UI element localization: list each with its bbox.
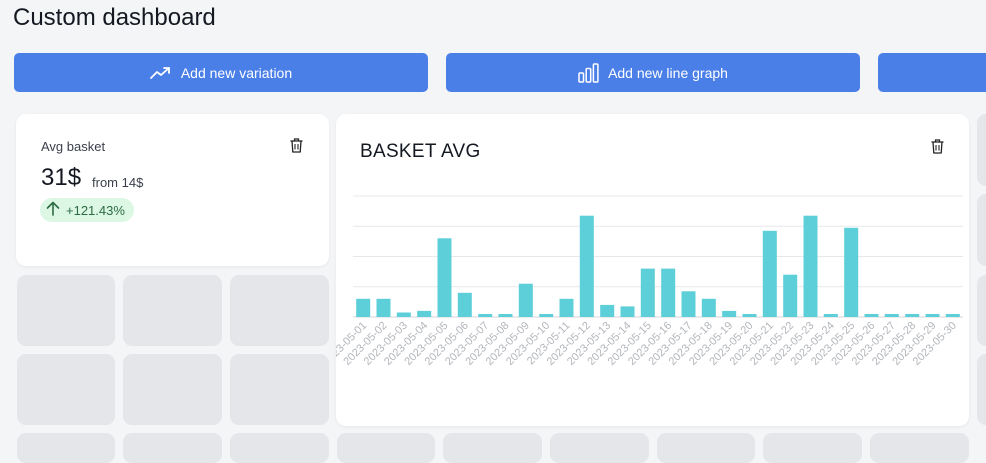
chart-bar[interactable] bbox=[640, 268, 655, 317]
add-line-graph-label: Add new line graph bbox=[608, 64, 728, 81]
delete-kpi-trash-icon[interactable] bbox=[290, 138, 303, 158]
chart-bar[interactable] bbox=[539, 314, 554, 317]
empty-slot[interactable] bbox=[977, 275, 986, 346]
chart-bar[interactable] bbox=[823, 314, 838, 317]
empty-slot[interactable] bbox=[230, 275, 329, 346]
chart-bar[interactable] bbox=[437, 238, 452, 317]
add-line-graph-button[interactable]: Add new line graph bbox=[446, 53, 860, 92]
empty-slot[interactable] bbox=[977, 194, 986, 266]
empty-slot[interactable] bbox=[550, 433, 649, 463]
empty-slot[interactable] bbox=[977, 354, 986, 425]
empty-slot[interactable] bbox=[17, 433, 115, 463]
add-widget-button[interactable] bbox=[878, 53, 986, 92]
chart-bar[interactable] bbox=[356, 298, 371, 317]
chart-bar[interactable] bbox=[661, 268, 676, 317]
chart-bar[interactable] bbox=[742, 314, 757, 317]
chart-bar[interactable] bbox=[518, 283, 533, 317]
chart-bar[interactable] bbox=[681, 291, 696, 317]
chart-bar[interactable] bbox=[559, 298, 574, 317]
bar-chart: 2023-05-012023-05-022023-05-032023-05-04… bbox=[336, 195, 963, 368]
empty-slot[interactable] bbox=[763, 433, 862, 463]
chart-bar[interactable] bbox=[600, 304, 615, 317]
empty-slot[interactable] bbox=[17, 354, 115, 425]
empty-slot[interactable] bbox=[870, 433, 969, 463]
empty-slot[interactable] bbox=[123, 275, 222, 346]
add-variation-label: Add new variation bbox=[180, 64, 293, 81]
empty-slot[interactable] bbox=[443, 433, 542, 463]
empty-slot[interactable] bbox=[123, 354, 222, 425]
empty-slot[interactable] bbox=[657, 433, 755, 463]
avg-basket-card: Avg basket 31$ from 14$ +121.43% bbox=[16, 114, 329, 266]
page-title: Custom dashboard bbox=[13, 4, 216, 31]
bar-chart-icon bbox=[578, 62, 599, 83]
chart-bar[interactable] bbox=[783, 274, 798, 317]
chart-bar[interactable] bbox=[396, 312, 411, 318]
chart-bar[interactable] bbox=[864, 314, 879, 317]
chart-bar[interactable] bbox=[844, 227, 859, 317]
chart-bar[interactable] bbox=[945, 314, 960, 317]
trending-up-icon bbox=[149, 66, 172, 80]
chart-bar[interactable] bbox=[701, 298, 716, 317]
chart-bar[interactable] bbox=[417, 310, 432, 317]
chart-bar[interactable] bbox=[478, 314, 493, 317]
chart-bar[interactable] bbox=[884, 314, 899, 317]
empty-slot[interactable] bbox=[230, 354, 329, 425]
arrow-up-icon bbox=[46, 201, 60, 219]
empty-slot[interactable] bbox=[123, 433, 222, 463]
change-value: +121.43% bbox=[66, 202, 125, 218]
chart-bar[interactable] bbox=[457, 292, 472, 317]
chart-bar[interactable] bbox=[620, 306, 635, 317]
chart-bar[interactable] bbox=[579, 215, 594, 317]
add-variation-button[interactable]: Add new variation bbox=[14, 53, 428, 92]
empty-slot[interactable] bbox=[337, 433, 435, 463]
kpi-previous-value: from 14$ bbox=[92, 175, 144, 190]
empty-slot[interactable] bbox=[17, 275, 115, 346]
basket-avg-chart-card: BASKET AVG 2023-05-01 2023-05-02 2023-05-0… bbox=[336, 114, 969, 426]
change-badge: +121.43% bbox=[40, 198, 134, 222]
empty-slot[interactable] bbox=[230, 433, 329, 463]
kpi-value: 31$ bbox=[41, 164, 82, 191]
kpi-label: Avg basket bbox=[41, 139, 106, 154]
chart-bar[interactable] bbox=[803, 215, 818, 317]
chart-bar[interactable] bbox=[925, 314, 940, 317]
chart-bar[interactable] bbox=[762, 230, 777, 317]
chart-bar[interactable] bbox=[905, 314, 920, 317]
chart-bar[interactable] bbox=[498, 314, 513, 317]
chart-bar[interactable] bbox=[722, 310, 737, 317]
empty-slot[interactable] bbox=[977, 114, 986, 186]
chart-bar[interactable] bbox=[376, 298, 391, 317]
